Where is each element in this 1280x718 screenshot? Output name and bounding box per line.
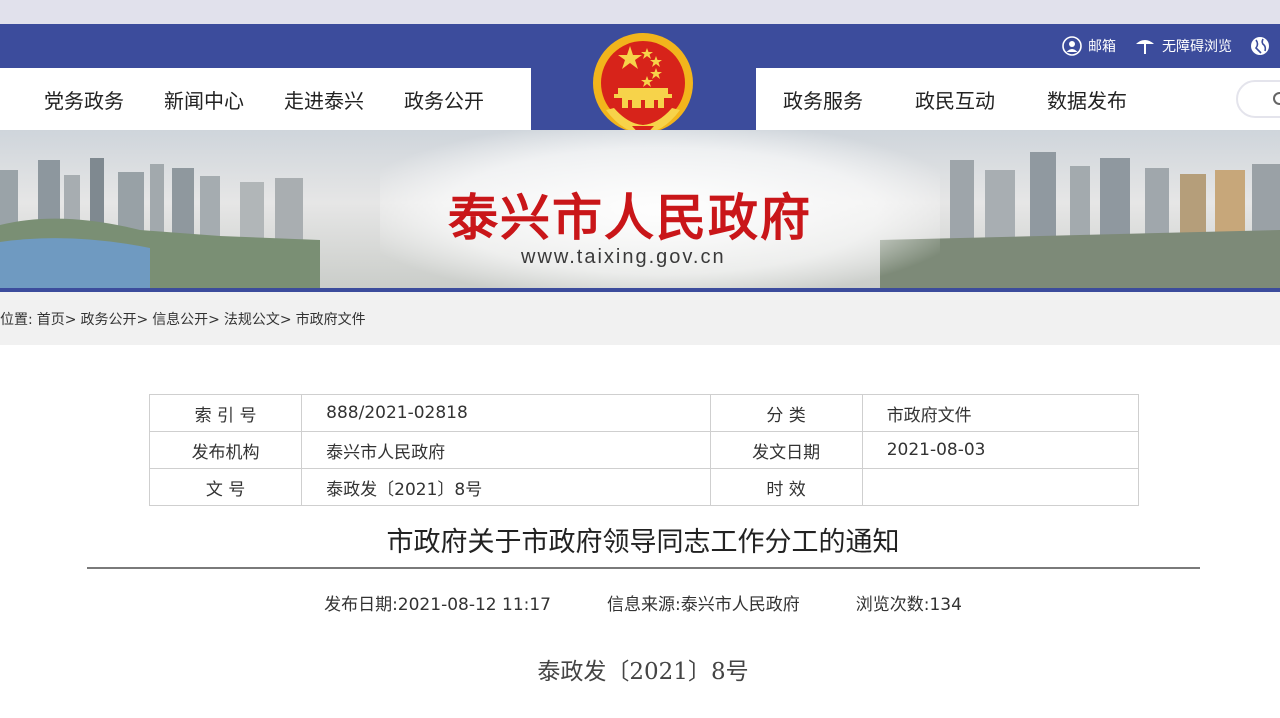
breadcrumb-item-gov-disclosure[interactable]: 政务公开> (80, 309, 148, 329)
validity-value (861, 468, 1140, 506)
site-url: www.taixing.gov.cn (521, 246, 726, 268)
breadcrumb-item-info-disclosure[interactable]: 信息公开> (152, 309, 220, 329)
document-info-table: 索 引 号 888/2021-02818 分 类 市政府文件 发布机构 泰兴市人… (148, 394, 1140, 506)
breadcrumb: 位置: 首页> 政务公开> 信息公开> 法规公文> 市政府文件 (0, 292, 1280, 345)
nav-item-about[interactable]: 走进泰兴 (284, 85, 364, 114)
article-title: 市政府关于市政府领导同志工作分工的通知 (386, 527, 900, 558)
category-value: 市政府文件 (861, 394, 1140, 432)
issuer-value: 泰兴市人民政府 (301, 431, 711, 469)
view-count: 浏览次数:134 (855, 595, 962, 615)
validity-label: 时 效 (709, 468, 863, 506)
accessibility-link[interactable]: 无障碍浏览 (1134, 36, 1232, 56)
index-number-label: 索 引 号 (148, 394, 303, 432)
issue-date-value: 2021-08-03 (861, 431, 1140, 469)
site-name: 泰兴市人民政府 (448, 188, 812, 247)
nav-left: 党务政务 新闻中心 走进泰兴 政务公开 (44, 68, 524, 130)
nav-item-party-affairs[interactable]: 党务政务 (44, 85, 124, 114)
doc-number-label: 文 号 (148, 468, 303, 506)
nav-item-gov-services[interactable]: 政务服务 (783, 85, 863, 114)
doc-number-value: 泰政发〔2021〕8号 (301, 468, 711, 506)
national-emblem-icon (593, 33, 693, 138)
info-source: 信息来源:泰兴市人民政府 (607, 595, 800, 615)
nav-item-interaction[interactable]: 政民互动 (915, 85, 995, 114)
breadcrumb-item-regulations[interactable]: 法规公文> (224, 309, 292, 329)
search-icon (1273, 92, 1280, 105)
nav-item-data-release[interactable]: 数据发布 (1047, 85, 1127, 114)
accessibility-label: 无障碍浏览 (1162, 39, 1232, 55)
utility-links: 邮箱 无障碍浏览 (1062, 24, 1280, 68)
issue-date-label: 发文日期 (709, 431, 863, 469)
mailbox-link[interactable]: 邮箱 (1062, 36, 1116, 56)
issuer-label: 发布机构 (148, 431, 303, 469)
breadcrumb-item-home[interactable]: 首页> (37, 309, 77, 329)
nav-item-news[interactable]: 新闻中心 (164, 85, 244, 114)
table-row: 文 号 泰政发〔2021〕8号 时 效 (148, 468, 1140, 506)
title-divider (87, 567, 1200, 569)
globe-icon (1251, 37, 1269, 55)
category-label: 分 类 (709, 394, 863, 432)
table-row: 索 引 号 888/2021-02818 分 类 市政府文件 (148, 394, 1140, 432)
publish-date: 发布日期:2021-08-12 11:17 (324, 595, 551, 615)
language-link[interactable] (1250, 36, 1276, 56)
document-number: 泰政发〔2021〕8号 (537, 659, 749, 685)
table-row: 发布机构 泰兴市人民政府 发文日期 2021-08-03 (148, 431, 1140, 469)
nav-right: 政务服务 政民互动 数据发布 (783, 68, 1179, 130)
article-meta: 发布日期:2021-08-12 11:17 信息来源:泰兴市人民政府 浏览次数:… (0, 590, 1280, 615)
window-top-strip (0, 0, 1280, 24)
search-input[interactable] (1236, 80, 1280, 118)
accessibility-icon (1136, 40, 1154, 54)
user-icon (1062, 36, 1082, 56)
mailbox-label: 邮箱 (1088, 39, 1116, 55)
nav-item-gov-disclosure[interactable]: 政务公开 (404, 85, 484, 114)
breadcrumb-prefix: 位置: (0, 311, 33, 328)
breadcrumb-item-city-docs[interactable]: 市政府文件 (296, 309, 366, 329)
index-number-value: 888/2021-02818 (301, 394, 711, 432)
